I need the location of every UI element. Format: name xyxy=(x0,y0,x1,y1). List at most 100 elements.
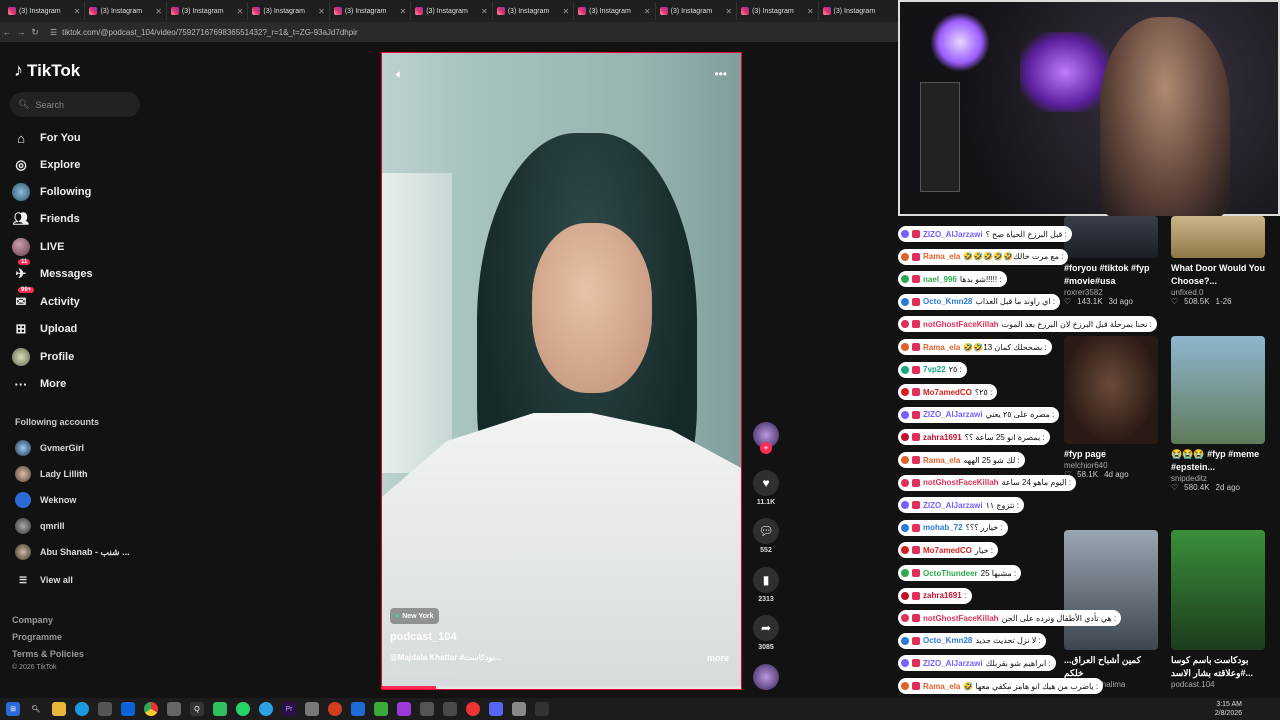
search-input[interactable]: 🔍︎ Search xyxy=(10,92,140,117)
more-link[interactable]: more xyxy=(707,653,729,663)
feed-card[interactable]: What Door Would You Choose?... unfixed.0… xyxy=(1171,216,1265,306)
sound-avatar[interactable] xyxy=(752,664,780,690)
account-item[interactable]: Abu Shanab - شنب ... xyxy=(15,543,130,561)
edge-icon[interactable] xyxy=(75,702,89,716)
follow-plus-icon[interactable]: + xyxy=(760,442,772,454)
search-icon[interactable]: 🔍︎ xyxy=(29,702,43,716)
nav-friends[interactable]: 👥︎ Friends xyxy=(12,208,80,230)
browser-tab[interactable]: (3) Instagram ✕ xyxy=(411,2,493,20)
account-item[interactable]: Lady Lillith xyxy=(15,465,88,483)
app-icon[interactable] xyxy=(397,702,411,716)
app-icon[interactable] xyxy=(167,702,181,716)
feed-card[interactable]: 😭😭😭 #fyp #meme #epstein... snipdeditz ♡ 5… xyxy=(1171,336,1265,492)
file-explorer-icon[interactable] xyxy=(52,702,66,716)
view-all-link[interactable]: ☰ View all xyxy=(15,571,73,589)
save-button[interactable]: ▮ 2313 xyxy=(752,567,780,603)
browser-tab[interactable]: (3) Instagram ✕ xyxy=(4,2,86,20)
close-icon[interactable]: ✕ xyxy=(807,7,814,16)
close-icon[interactable]: ✕ xyxy=(237,7,244,16)
comment-button[interactable]: 💬︎ 552 xyxy=(752,518,780,554)
browser-tab[interactable]: (3) Instagram ✕ xyxy=(493,2,575,20)
app-icon[interactable] xyxy=(443,702,457,716)
nav-explore[interactable]: ◎ Explore xyxy=(12,154,80,176)
nav-messages[interactable]: ✈ 11 Messages xyxy=(12,259,93,285)
browser-tab[interactable]: (3) Instagram ✕ xyxy=(248,2,330,20)
chat-badge-icon xyxy=(901,523,909,532)
app-icon[interactable] xyxy=(489,702,503,716)
nav-upload[interactable]: ⊞ Upload xyxy=(12,318,78,340)
account-item[interactable]: qmrill xyxy=(15,517,65,535)
app-icon[interactable] xyxy=(512,702,526,716)
browser-tab[interactable]: (3) Instagram ✕ xyxy=(737,2,819,20)
video-author[interactable]: podcast_104 · 1-7 xyxy=(390,631,482,643)
nav-for-you[interactable]: ⌂ For You xyxy=(12,127,80,149)
url-field[interactable]: ☰ tiktok.com/@podcast_104/video/759271676… xyxy=(50,28,358,37)
footer-terms[interactable]: Terms & Policies xyxy=(12,649,84,659)
app-icon[interactable] xyxy=(213,702,227,716)
app-icon[interactable]: Q xyxy=(190,702,204,716)
nav-profile[interactable]: Profile xyxy=(12,346,74,368)
chat-badge-icon xyxy=(912,546,920,555)
chat-username: notGhostFaceKillah xyxy=(923,613,999,623)
premiere-icon[interactable]: Pr xyxy=(282,702,296,716)
share-button[interactable]: ➦ 3085 xyxy=(752,615,780,651)
nav-activity[interactable]: ✉ 99+ Activity xyxy=(12,287,80,313)
telegram-icon[interactable] xyxy=(259,702,273,716)
outlook-icon[interactable] xyxy=(121,702,135,716)
chat-text: بمصرة انو 25 ساعة ؟؟ : xyxy=(964,432,1045,442)
reload-icon[interactable]: ↻ xyxy=(28,27,42,38)
browser-tab[interactable]: (3) Instagram ✕ xyxy=(656,2,738,20)
browser-tab[interactable]: (3) Instagram xyxy=(819,2,900,20)
whatsapp-icon[interactable] xyxy=(236,702,250,716)
video-player[interactable]: 🔈︎ ••• ■ New York podcast_104 · 1-7 @Majd… xyxy=(381,52,742,690)
browser-tab[interactable]: (3) Instagram ✕ xyxy=(167,2,249,20)
app-icon[interactable] xyxy=(535,702,549,716)
chrome-icon[interactable] xyxy=(144,702,158,716)
feed-card[interactable]: بودكاست باسم كوسا #وعلاقته بشار الاسد...… xyxy=(1171,530,1265,689)
see-translation-link[interactable]: See translation xyxy=(390,669,450,679)
close-icon[interactable]: ✕ xyxy=(644,7,651,16)
site-info-icon[interactable]: ☰ xyxy=(50,28,57,37)
feed-card[interactable]: #foryou #tiktok #fyp #movie#usa roxrer35… xyxy=(1064,216,1158,306)
close-icon[interactable]: ✕ xyxy=(318,7,325,16)
chat-message: 7vp22 ٢٥ : xyxy=(898,361,967,378)
windows-start-icon[interactable]: ⊞ xyxy=(6,702,20,716)
browser-tab[interactable]: (3) Instagram ✕ xyxy=(574,2,656,20)
browser-tab[interactable]: (3) Instagram ✕ xyxy=(85,2,167,20)
footer-company[interactable]: Company xyxy=(12,615,53,625)
account-item[interactable]: GvmerGirl xyxy=(15,439,84,457)
app-icon[interactable] xyxy=(351,702,365,716)
more-options-icon[interactable]: ••• xyxy=(714,67,727,81)
close-icon[interactable]: ✕ xyxy=(74,7,81,16)
chat-badge-icon xyxy=(912,569,920,577)
nav-following[interactable]: Following xyxy=(12,181,91,203)
creator-avatar[interactable]: + xyxy=(752,422,780,454)
chat-username: zahra1691 xyxy=(923,591,962,601)
feed-card[interactable]: #fyp page melchior640 ♡58.1K4d ago xyxy=(1064,336,1158,479)
close-icon[interactable]: ✕ xyxy=(481,7,488,16)
tiktok-logo[interactable]: ♪ TikTok xyxy=(14,60,80,81)
close-icon[interactable]: ✕ xyxy=(400,7,407,16)
nav-more[interactable]: ··· More xyxy=(12,373,67,395)
back-icon[interactable]: ← xyxy=(0,27,14,37)
volume-icon[interactable]: 🔈︎ xyxy=(396,67,403,82)
close-icon[interactable]: ✕ xyxy=(725,7,732,16)
instagram-icon xyxy=(415,7,424,15)
location-tag[interactable]: ■ New York xyxy=(390,608,439,624)
footer-programme[interactable]: Programme xyxy=(12,632,62,642)
account-item[interactable]: Weknow xyxy=(15,491,76,509)
app-icon[interactable] xyxy=(374,702,388,716)
app-icon[interactable] xyxy=(328,702,342,716)
browser-tab[interactable]: (3) Instagram ✕ xyxy=(330,2,412,20)
app-icon[interactable] xyxy=(305,702,319,716)
video-progress-bar[interactable] xyxy=(382,686,741,689)
like-button[interactable]: ♥ 11.1K xyxy=(752,470,780,506)
system-clock[interactable]: 3:15 AM 2/8/2026 xyxy=(1215,700,1242,718)
close-icon[interactable]: ✕ xyxy=(562,7,569,16)
forward-icon[interactable]: → xyxy=(14,27,28,37)
nav-live[interactable]: LIVE xyxy=(12,236,64,258)
app-icon[interactable] xyxy=(466,702,480,716)
close-icon[interactable]: ✕ xyxy=(155,7,162,16)
app-icon[interactable] xyxy=(420,702,434,716)
store-icon[interactable] xyxy=(98,702,112,716)
